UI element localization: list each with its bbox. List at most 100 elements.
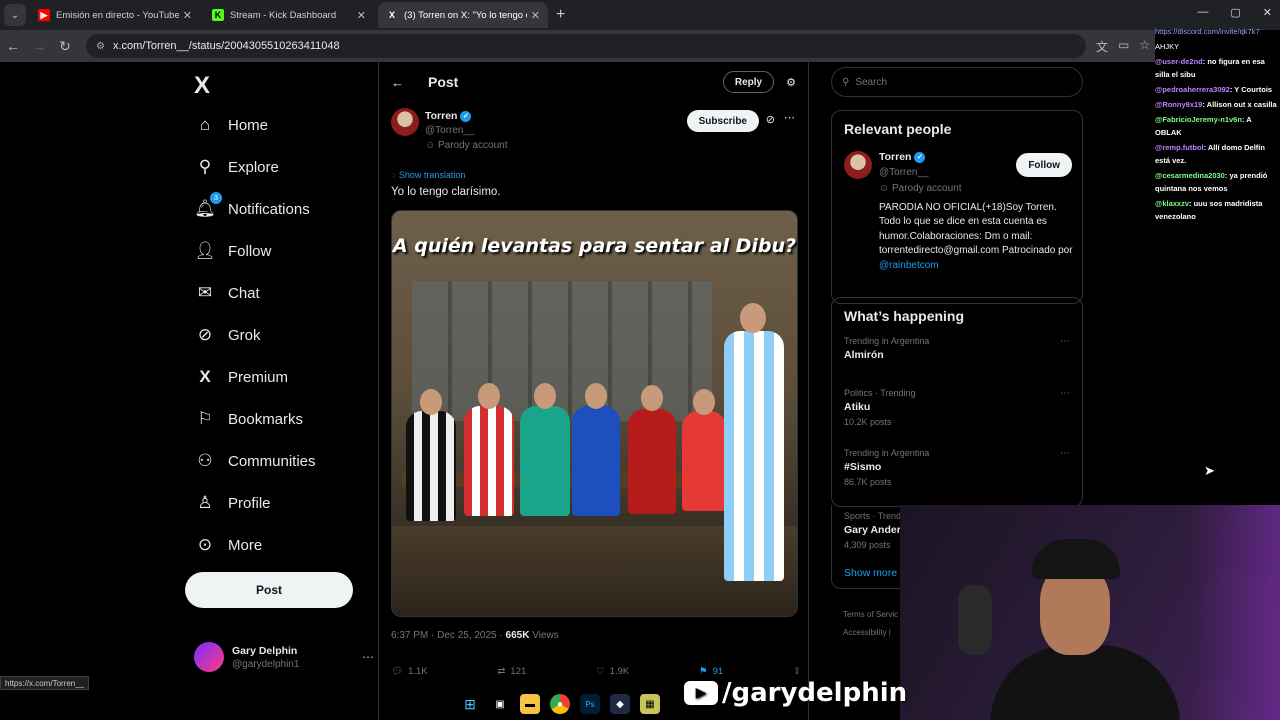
- back-arrow-icon[interactable]: ←: [391, 75, 404, 90]
- image-figure: [572, 406, 620, 516]
- reply-action[interactable]: 💬︎ 1.1K: [391, 666, 428, 677]
- browser-tab-youtube[interactable]: ▶ Emisión en directo - YouTube Studio ✕: [30, 2, 200, 28]
- trend-title: Almirón: [844, 349, 884, 361]
- image-figure-head: [478, 383, 500, 409]
- youtube-logo-icon: ▶: [684, 681, 718, 705]
- views-label: Views: [532, 630, 559, 641]
- nav-item-premium[interactable]: X Premium: [194, 360, 288, 394]
- windows-start-icon[interactable]: ⊞: [460, 694, 480, 714]
- post-time[interactable]: 6:37 PM · Dec 25, 2025: [391, 630, 497, 641]
- search-input[interactable]: ⚲ Search: [831, 67, 1083, 97]
- bookmark-star-icon[interactable]: ☆: [1139, 38, 1150, 55]
- url-field[interactable]: ⚙ x.com/Torren__/status/2004305510263411…: [86, 34, 1086, 58]
- forward-icon[interactable]: →: [26, 38, 52, 54]
- minimize-icon[interactable]: —: [1197, 6, 1208, 19]
- author-avatar[interactable]: [391, 108, 419, 136]
- share-action[interactable]: ⇪: [793, 666, 801, 677]
- more-icon[interactable]: ⋯: [1060, 448, 1070, 459]
- browser-tab-bar: ⌄ ▶ Emisión en directo - YouTube Studio …: [0, 0, 1280, 30]
- trend-item[interactable]: Politics · Trending Atiku 10.2K posts ⋯: [832, 382, 1082, 442]
- cast-icon[interactable]: ▭: [1118, 38, 1129, 55]
- chat-top-user: AHJKY: [1155, 42, 1180, 51]
- nav-label: Explore: [228, 158, 279, 176]
- maximize-icon[interactable]: ▢: [1230, 6, 1240, 19]
- nav-item-home[interactable]: ⌂ Home: [194, 108, 268, 142]
- tab-search-button[interactable]: ⌄: [4, 4, 26, 26]
- footer-link[interactable]: Accessibility |: [843, 624, 898, 642]
- parody-label: Parody account: [438, 140, 508, 151]
- translate-icon: ◌: [391, 170, 399, 180]
- x-premium-icon: X: [199, 367, 211, 386]
- account-switcher[interactable]: Gary Delphin @garydelphin1 ⋯: [194, 640, 374, 674]
- nav-item-explore[interactable]: ⚲ Explore: [194, 150, 279, 184]
- file-explorer-icon[interactable]: ▬: [520, 694, 540, 714]
- nav-item-profile[interactable]: ♙ Profile: [194, 486, 270, 520]
- image-caption: A quién levantas para sentar al Dibu?: [392, 235, 797, 257]
- windows-taskbar: ⊞ ▣ ▬ ● Ps ◆ ▦: [460, 690, 660, 718]
- chat-user: @cesarmedina2030: [1155, 171, 1225, 180]
- nav-item-more[interactable]: ⊙ More: [194, 528, 262, 562]
- share-icon: ⇪: [793, 666, 801, 677]
- person-avatar[interactable]: [844, 151, 872, 179]
- more-icon[interactable]: ⋯: [784, 111, 795, 124]
- new-tab-icon[interactable]: +: [556, 6, 565, 24]
- post-actions: 💬︎ 1.1K ⇄ 121 ♡ 1.9K ⚑ 91 ⇪: [391, 666, 801, 677]
- image-figure: [628, 409, 676, 514]
- footer-link[interactable]: Terms of Servic: [843, 606, 898, 624]
- task-view-icon[interactable]: ▣: [490, 694, 510, 714]
- grok-icon[interactable]: ⊘: [766, 113, 775, 126]
- reload-icon[interactable]: ↻: [52, 38, 78, 55]
- card-title: What’s happening: [844, 308, 965, 324]
- chrome-icon[interactable]: ●: [550, 694, 570, 714]
- post-button[interactable]: Post: [185, 572, 353, 608]
- trend-item[interactable]: Trending in Argentina #Sismo 86.7K posts…: [832, 442, 1082, 502]
- reply-button[interactable]: Reply: [722, 71, 775, 93]
- nav-item-follow[interactable]: 👤︎ Follow: [194, 234, 271, 268]
- close-window-icon[interactable]: ✕: [1263, 6, 1272, 19]
- nav-item-grok[interactable]: ⊘ Grok: [194, 318, 261, 352]
- post-image[interactable]: A quién levantas para sentar al Dibu?: [391, 210, 798, 617]
- bookmark-action[interactable]: ⚑ 91: [699, 666, 723, 677]
- translate-icon[interactable]: 文: [1096, 38, 1108, 55]
- bio-link[interactable]: @rainbetcom: [879, 260, 939, 271]
- repost-action[interactable]: ⇄ 121: [497, 666, 526, 677]
- nav-item-notifications[interactable]: 🔔︎ 3 Notifications: [194, 192, 310, 226]
- person-plus-icon: 👤︎: [194, 241, 216, 260]
- photoshop-icon[interactable]: Ps: [580, 694, 600, 714]
- trend-category: Politics · Trending: [844, 388, 916, 398]
- app-icon[interactable]: ◆: [610, 694, 630, 714]
- nav-label: Chat: [228, 284, 260, 302]
- app-icon[interactable]: ▦: [640, 694, 660, 714]
- chat-message: @Ronny9x19: Allison out x casilla: [1155, 98, 1280, 111]
- youtube-icon: ▶: [38, 9, 50, 21]
- nav-item-chat[interactable]: ✉ Chat: [194, 276, 260, 310]
- post-text: Yo lo tengo clarísimo.: [391, 186, 501, 198]
- close-tab-icon[interactable]: ✕: [531, 9, 540, 22]
- like-action[interactable]: ♡ 1.9K: [596, 666, 629, 677]
- x-logo[interactable]: X: [194, 72, 210, 100]
- x-icon: X: [388, 10, 395, 20]
- chat-message: @klaxxzv: uuu sos madridista venezolano: [1155, 197, 1280, 223]
- post-header: ← Post Reply ⚙: [379, 62, 808, 102]
- person-name[interactable]: Torren: [879, 151, 911, 163]
- author-name[interactable]: Torren: [425, 110, 457, 122]
- back-icon[interactable]: ←: [0, 38, 26, 54]
- more-icon[interactable]: ⋯: [1060, 336, 1070, 347]
- image-figure: [520, 406, 570, 516]
- trend-item[interactable]: Trending in Argentina Almirón ⋯: [832, 330, 1082, 382]
- site-info-icon[interactable]: ⚙: [96, 41, 105, 52]
- follow-button[interactable]: Follow: [1016, 153, 1072, 177]
- close-tab-icon[interactable]: ✕: [357, 9, 366, 22]
- nav-item-bookmarks[interactable]: ⚐ Bookmarks: [194, 402, 303, 436]
- nav-item-communities[interactable]: ⚇ Communities: [194, 444, 315, 478]
- subscribe-button[interactable]: Subscribe: [686, 110, 759, 132]
- communities-icon: ⚇: [197, 451, 213, 470]
- browser-tab-kick[interactable]: K Stream - Kick Dashboard ✕: [204, 2, 374, 28]
- show-translation-link[interactable]: Show translation: [399, 170, 466, 180]
- close-tab-icon[interactable]: ✕: [183, 9, 192, 22]
- browser-tab-x[interactable]: X (3) Torren on X: "Yo lo tengo claríss …: [378, 2, 548, 28]
- image-figure: [464, 406, 514, 516]
- more-icon[interactable]: ⋯: [362, 650, 374, 664]
- filter-icon[interactable]: ⚙: [786, 76, 796, 89]
- more-icon[interactable]: ⋯: [1060, 388, 1070, 399]
